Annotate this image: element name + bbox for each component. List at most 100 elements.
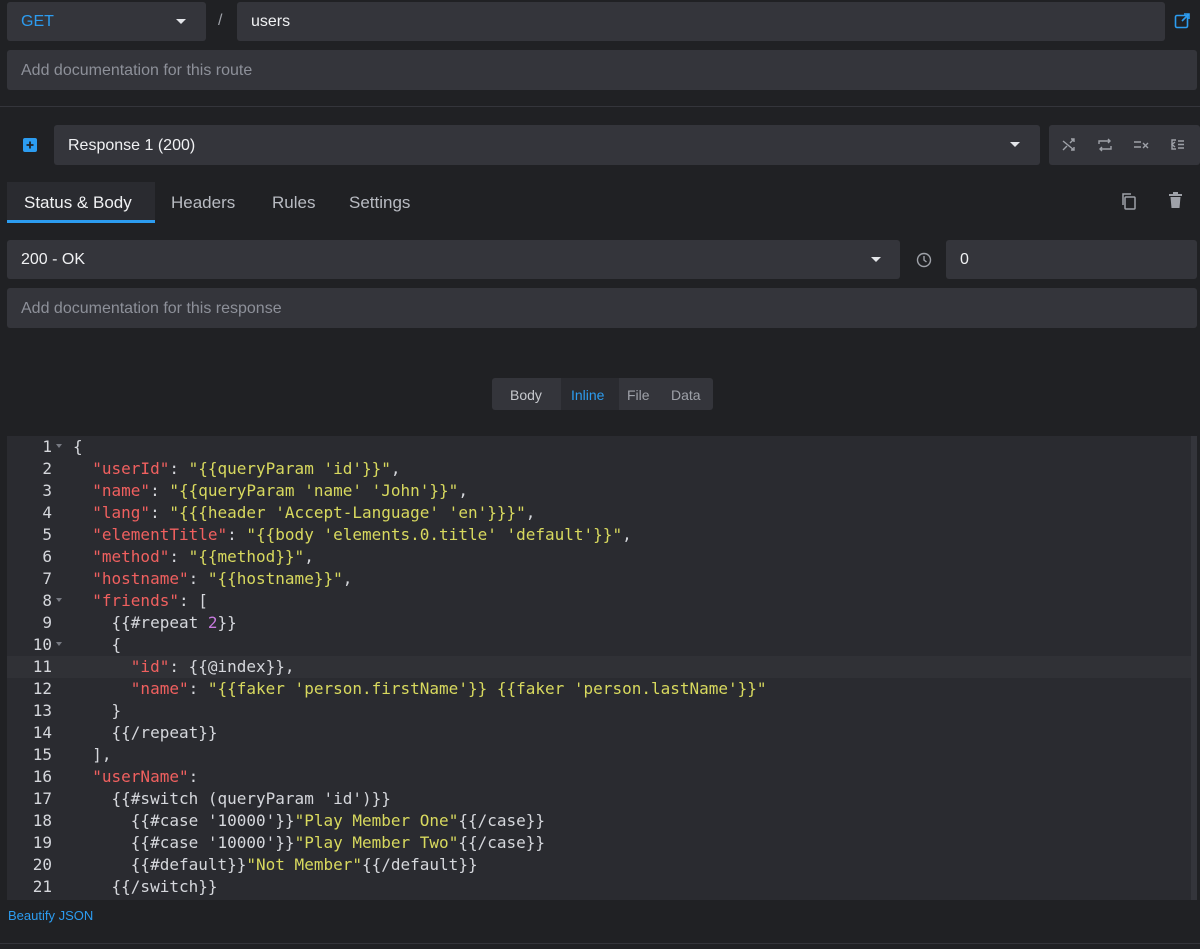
copy-icon[interactable]: [1120, 192, 1137, 210]
code-token: {{/repeat}}: [111, 723, 218, 742]
code-token: : [: [178, 591, 208, 610]
code-line: 13 }: [7, 700, 1191, 722]
beautify-json-link[interactable]: Beautify JSON: [8, 908, 93, 923]
code-token: ,: [458, 481, 468, 500]
code-text: {{#case '10000'}}"Play Member One"{{/cas…: [73, 810, 545, 832]
latency-value: 0: [960, 251, 969, 268]
code-text: "name": "{{faker 'person.firstName'}} {{…: [73, 678, 767, 700]
line-number: 18: [32, 811, 52, 830]
code-line: 11 "id": {{@index}},: [7, 656, 1191, 678]
fallback-icon[interactable]: [1169, 137, 1185, 153]
repeat-icon[interactable]: [1097, 137, 1113, 153]
code-text: "userName":: [73, 766, 198, 788]
code-token: :: [227, 525, 247, 544]
tab-settings[interactable]: Settings: [349, 193, 410, 213]
code-text: {{/repeat}}: [73, 722, 218, 744]
body-code-editor[interactable]: 1{2 "userId": "{{queryParam 'id'}}", 3 "n…: [7, 436, 1197, 900]
code-line: 7 "hostname": "{{hostname}}",: [7, 568, 1191, 590]
code-text: {: [73, 634, 122, 656]
code-line: 1{: [7, 436, 1191, 458]
code-token: "name": [130, 679, 189, 698]
tab-status-body[interactable]: Status & Body: [24, 193, 132, 213]
latency-input[interactable]: 0: [946, 240, 1197, 279]
code-token: "Play Member One": [294, 811, 459, 830]
body-type-inline[interactable]: Inline: [571, 387, 604, 403]
route-separator: /: [218, 12, 223, 29]
body-type-file[interactable]: File: [627, 387, 650, 403]
code-line: 14 {{/repeat}}: [7, 722, 1191, 744]
code-line: 21 {{/switch}}: [7, 876, 1191, 898]
line-number: 2: [42, 459, 52, 478]
code-line: 16 "userName":: [7, 766, 1191, 788]
code-token: "{{queryParam 'name' 'John'}}": [169, 481, 459, 500]
section-divider: [0, 106, 1200, 107]
code-line: 9 {{#repeat 2}}: [7, 612, 1191, 634]
code-token: ],: [92, 745, 112, 764]
code-line: 8 "friends": [: [7, 590, 1191, 612]
code-token: ,: [304, 547, 314, 566]
chevron-down-icon: [176, 19, 186, 24]
response-documentation-input[interactable]: Add documentation for this response: [7, 288, 1197, 328]
code-token: :: [169, 459, 189, 478]
code-token: {{#case '10000'}}: [130, 811, 295, 830]
code-text: {{#default}}"Not Member"{{/default}}: [73, 854, 478, 876]
code-token: "{{faker 'person.firstName'}} {{faker 'p…: [207, 679, 767, 698]
fold-arrow-icon[interactable]: [56, 642, 62, 646]
code-token: }}: [217, 613, 237, 632]
code-token: :: [169, 547, 189, 566]
bottom-divider: [0, 943, 1200, 944]
code-token: "Not Member": [246, 855, 362, 874]
line-number: 1: [42, 437, 52, 456]
code-line: 17 {{#switch (queryParam 'id')}}: [7, 788, 1191, 810]
code-token: {{#case '10000'}}: [130, 833, 295, 852]
route-documentation-placeholder: Add documentation for this route: [21, 62, 253, 79]
code-token: {{/case}}: [458, 811, 546, 830]
code-text: "name": "{{queryParam 'name' 'John'}}",: [73, 480, 468, 502]
code-token: :: [150, 503, 170, 522]
body-type-data[interactable]: Data: [671, 387, 701, 403]
code-text: {{#repeat 2}}: [73, 612, 237, 634]
code-token: 2: [207, 613, 218, 632]
code-token: ,: [342, 569, 353, 588]
response-select[interactable]: Response 1 (200): [54, 125, 1040, 165]
code-line: 18 {{#case '10000'}}"Play Member One"{{/…: [7, 810, 1191, 832]
line-number: 4: [42, 503, 52, 522]
code-line: 6 "method": "{{method}}",: [7, 546, 1191, 568]
route-path-value: users: [251, 13, 291, 30]
response-documentation-placeholder: Add documentation for this response: [21, 300, 282, 317]
shuffle-icon[interactable]: [1061, 137, 1077, 153]
clock-icon: [916, 252, 932, 268]
route-documentation-input[interactable]: Add documentation for this route: [7, 50, 1197, 90]
trash-icon[interactable]: [1168, 192, 1183, 209]
chevron-down-icon: [1010, 142, 1020, 147]
code-token: "{{hostname}}": [207, 569, 343, 588]
code-token: {{/case}}: [458, 833, 546, 852]
code-text: "method": "{{method}}",: [73, 546, 314, 568]
external-link-icon[interactable]: [1174, 13, 1190, 29]
code-line: 4 "lang": "{{{header 'Accept-Language' '…: [7, 502, 1191, 524]
method-select[interactable]: GET: [7, 2, 206, 41]
editor-scrollbar[interactable]: [1191, 436, 1197, 900]
code-token: {{#repeat: [111, 613, 208, 632]
code-token: "{{body 'elements.0.title' 'default'}}": [246, 525, 623, 544]
line-number: 7: [42, 569, 52, 588]
code-token: "Play Member Two": [294, 833, 459, 852]
fold-arrow-icon[interactable]: [56, 444, 62, 448]
equals-x-icon[interactable]: [1133, 137, 1149, 153]
tab-headers[interactable]: Headers: [171, 193, 235, 213]
tab-rules[interactable]: Rules: [272, 193, 315, 213]
fold-arrow-icon[interactable]: [56, 598, 62, 602]
code-token: "name": [92, 481, 151, 500]
code-text: "userId": "{{queryParam 'id'}}",: [73, 458, 400, 480]
body-type-toggle: Body Inline File Data: [492, 378, 713, 410]
active-tab-indicator: [7, 220, 155, 223]
line-number: 13: [32, 701, 52, 720]
status-code-select[interactable]: 200 - OK: [7, 240, 900, 279]
chevron-down-icon: [871, 257, 881, 262]
line-number: 3: [42, 481, 52, 500]
code-token: }: [111, 701, 122, 720]
plus-square-icon[interactable]: [22, 137, 38, 153]
route-path-input[interactable]: users: [237, 2, 1165, 41]
code-line: 3 "name": "{{queryParam 'name' 'John'}}"…: [7, 480, 1191, 502]
code-token: ,: [525, 503, 536, 522]
